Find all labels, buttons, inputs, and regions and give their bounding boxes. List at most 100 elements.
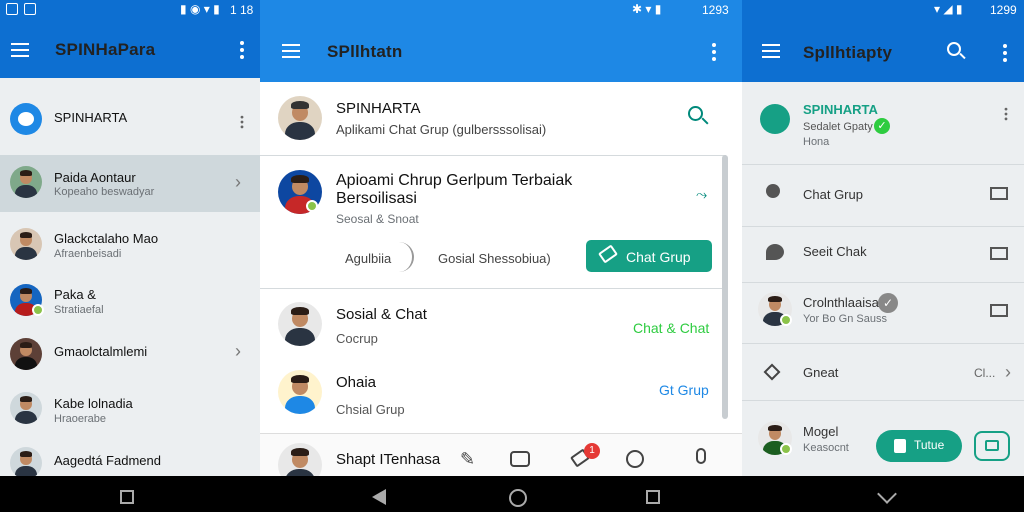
contact-name: Paida Aontaur	[54, 170, 136, 185]
row-sub: Chsial Grup	[336, 402, 405, 417]
profile-sub: Aplikami Chat Grup (gulbersssolisai)	[336, 122, 547, 137]
header-sub: Sedalet Gpaty	[803, 121, 873, 133]
row-label[interactable]: Mogel	[803, 424, 838, 439]
chip-mid-label[interactable]: Gosial Shessobiua)	[438, 251, 551, 266]
app-icon	[24, 3, 36, 15]
avatar	[278, 302, 322, 346]
contact-name[interactable]: Glackctalaho Mao	[54, 231, 158, 246]
more-icon[interactable]	[712, 43, 716, 61]
grid-icon[interactable]	[990, 187, 1008, 200]
more-icon[interactable]	[240, 41, 244, 59]
note-icon	[894, 439, 906, 453]
row-label[interactable]: Seeit Chak	[803, 244, 867, 259]
menu-icon[interactable]	[11, 43, 29, 57]
edit-icon	[598, 244, 618, 264]
app-logo-icon	[10, 103, 42, 135]
chip-left-label: Agulbiia	[345, 251, 392, 266]
person-icon	[766, 184, 780, 198]
app-title: SPINHaPara	[55, 40, 156, 59]
contact-sub: Hraoerabe	[54, 413, 106, 425]
back-icon[interactable]	[372, 489, 386, 505]
clock: 1293	[702, 3, 729, 17]
right-status-bar: ▾ ◢ ▮ 1299	[742, 0, 1024, 20]
avatar	[10, 447, 42, 476]
row-sub: Keasocnt	[803, 442, 849, 454]
divider	[260, 288, 726, 289]
grid-icon[interactable]	[990, 304, 1008, 317]
chat-icon[interactable]	[510, 451, 530, 467]
row-label[interactable]: Gneat	[803, 365, 838, 380]
card-title-2: Bersoilisasi	[336, 190, 417, 207]
divider	[742, 164, 1024, 165]
divider	[260, 155, 726, 156]
right-screen: ▾ ◢ ▮ 1299 Spllhtiapty ✓ SPINHARTA Sedal…	[742, 0, 1024, 476]
fab-button[interactable]: Tutue	[876, 430, 962, 462]
row-value: Cl...	[974, 366, 996, 380]
contact-name[interactable]: Paka &	[54, 287, 96, 302]
row-action[interactable]: Gt Grup	[659, 382, 709, 398]
contact-sub: Kopeaho beswadyar	[54, 186, 155, 198]
mic-icon[interactable]	[696, 448, 706, 464]
chevron-right-icon[interactable]: ›	[235, 172, 241, 193]
menu-icon[interactable]	[282, 44, 300, 58]
app-title: SPllhtatn	[327, 42, 403, 61]
pin-icon[interactable]: ✎	[460, 449, 475, 470]
contact-name[interactable]: Gmaolctalmlemi	[54, 344, 147, 359]
verified-icon: ✓	[874, 118, 890, 134]
chat-grup-button[interactable]: Chat Grup	[586, 240, 712, 272]
header-sub-2: Hona	[803, 136, 830, 148]
group-logo-icon	[760, 104, 790, 134]
chat-grup-label: Chat Grup	[626, 249, 691, 265]
search-icon[interactable]	[688, 106, 709, 125]
recents-icon[interactable]	[646, 490, 660, 504]
square-nav-icon[interactable]	[120, 490, 134, 504]
row-label[interactable]: Crolnthlaaisa	[803, 295, 879, 310]
online-dot	[32, 304, 44, 316]
grid-icon[interactable]	[990, 247, 1008, 260]
status-icons: ▾ ◢ ▮	[934, 2, 963, 16]
header-more-icon[interactable]	[240, 115, 244, 129]
scrollbar[interactable]	[722, 155, 728, 419]
row-label[interactable]: Chat Grup	[803, 187, 863, 202]
divider	[742, 226, 1024, 227]
gallery-button[interactable]	[974, 431, 1010, 461]
left-screen: ▮ ◉ ▾ ▮ 1 18 SPINHaPara SPINHARTA Paida …	[0, 0, 260, 476]
row-action[interactable]: Chat & Chat	[633, 320, 709, 336]
online-dot	[306, 200, 318, 212]
notification-badge: 1	[584, 443, 600, 459]
divider	[742, 282, 1024, 283]
avatar	[10, 166, 42, 198]
check-icon: ✓	[878, 293, 898, 313]
menu-icon[interactable]	[762, 44, 780, 58]
divider	[742, 400, 1024, 401]
clock: 1 18	[230, 3, 254, 17]
more-icon[interactable]	[1003, 44, 1007, 62]
online-dot	[780, 443, 792, 455]
contact-sub: Stratiaefal	[54, 304, 104, 316]
avatar	[278, 370, 322, 414]
row-name[interactable]: Sosial & Chat	[336, 306, 427, 323]
share-icon[interactable]: ⤳	[696, 186, 707, 203]
contact-name[interactable]: Aagedtá Fadmend	[54, 453, 161, 468]
divider	[742, 343, 1024, 344]
chevron-right-icon[interactable]: ›	[1005, 362, 1011, 383]
chat-bubble-icon	[766, 244, 784, 260]
card-title: Apioami Chrup Gerlpum Terbaiak	[336, 172, 573, 189]
emoji-icon[interactable]	[626, 450, 644, 468]
online-dot	[780, 314, 792, 326]
avatar	[10, 338, 42, 370]
status-icons: ✱ ▾ ▮	[632, 2, 662, 16]
row-sub: Cocrup	[336, 331, 378, 346]
bottom-name[interactable]: Shapt ITenhasa	[336, 451, 440, 468]
search-icon[interactable]	[947, 42, 966, 60]
header-more-icon[interactable]	[1004, 107, 1008, 121]
diamond-icon	[763, 363, 781, 381]
middle-screen: ✱ ▾ ▮ 1293 SPllhtatn SPINHARTA Aplikami …	[260, 0, 742, 476]
contact-sub: Afraenbeisadi	[54, 248, 122, 260]
row-name[interactable]: Ohaia	[336, 374, 376, 391]
chevron-right-icon[interactable]: ›	[235, 341, 241, 362]
contact-name[interactable]: Kabe lolnadia	[54, 396, 133, 411]
card-sub: Seosal & Snoat	[336, 212, 419, 226]
notification-icon	[6, 3, 18, 15]
home-icon[interactable]	[509, 489, 527, 507]
